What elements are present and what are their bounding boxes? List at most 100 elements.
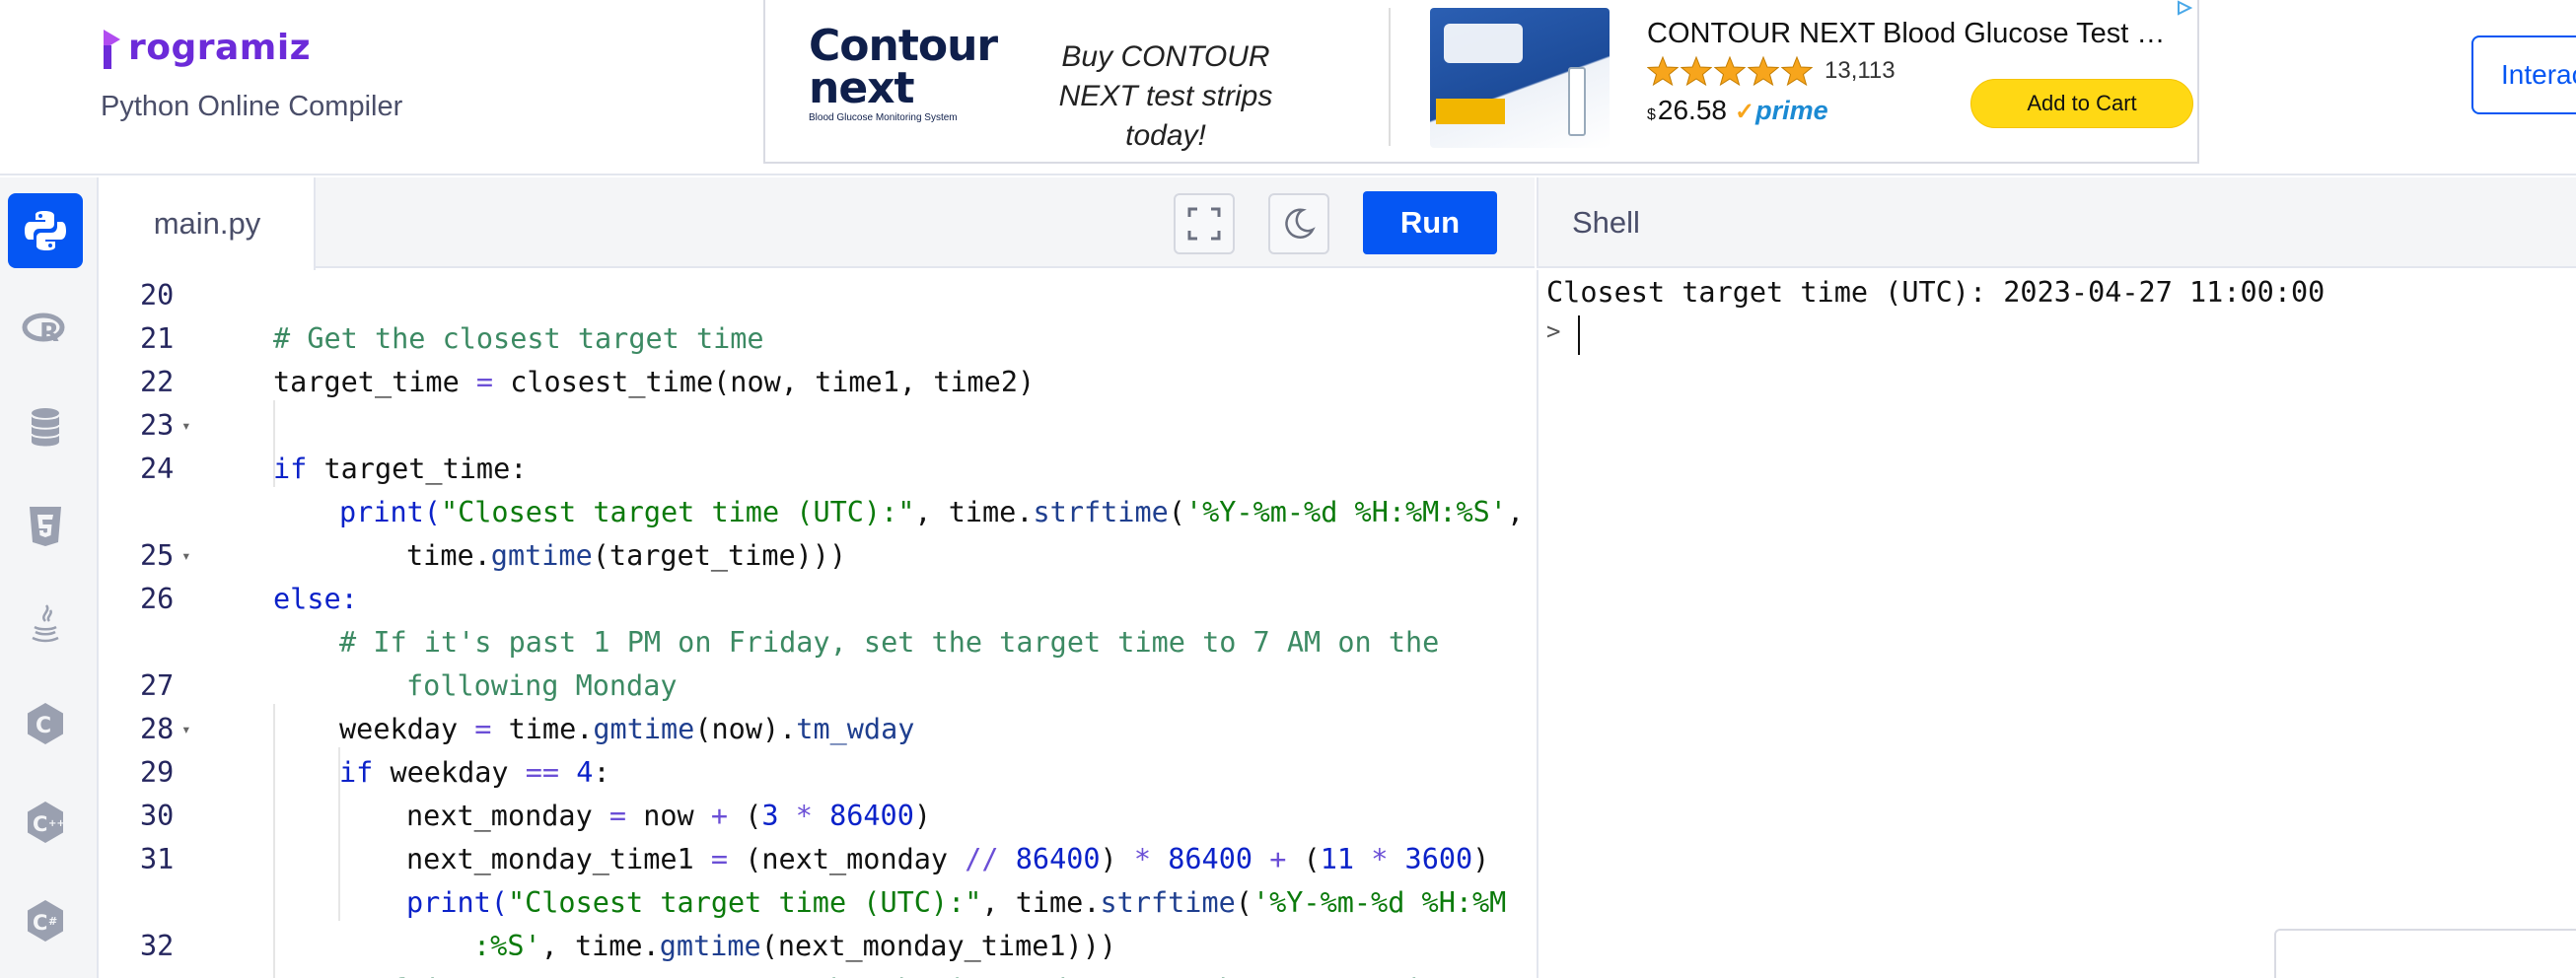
line-number: 29 xyxy=(101,751,219,795)
csharp-icon[interactable]: C # xyxy=(8,883,83,958)
code-line-27[interactable]: weekday = time.gmtime(now).tm_wday xyxy=(101,664,1535,745)
floating-widget[interactable] xyxy=(2274,929,2576,978)
text-cursor xyxy=(1578,315,1580,355)
code-line-26[interactable]: # If it's past 1 PM on Friday, set the t… xyxy=(101,578,1535,659)
line-number-text: 31 xyxy=(140,843,175,875)
code-line-24[interactable]: print("Closest target time (UTC):", time… xyxy=(101,448,1535,528)
code-line-31[interactable]: print("Closest target time (UTC):", time… xyxy=(101,838,1535,919)
code-line-30[interactable]: next_monday_time1 = (next_monday // 8640… xyxy=(101,795,1535,875)
file-tab-main-py[interactable]: main.py xyxy=(101,177,316,270)
code-line-26-wrap[interactable]: following Monday xyxy=(101,621,1535,702)
line-number-text: 29 xyxy=(140,756,175,789)
cpp-icon[interactable]: C ++ xyxy=(8,785,83,860)
editor-toolbar: main.py Run xyxy=(101,177,1535,270)
shell-output-text: Closest target time (UTC): 2023-04-27 11… xyxy=(1546,276,2326,309)
line-number: 27 xyxy=(101,664,219,708)
ad-tagline[interactable]: Buy CONTOUR NEXT test strips today! xyxy=(1032,37,1300,156)
code-line-23[interactable]: if target_time: xyxy=(101,404,1535,485)
ad-brand-caption: Blood Glucose Monitoring System xyxy=(809,112,958,123)
code-line-31-wrap[interactable]: :%S', time.gmtime(next_monday_time1))) xyxy=(101,881,1535,962)
svg-text:#: # xyxy=(48,915,57,928)
fold-arrow-icon[interactable]: ▾ xyxy=(181,534,191,578)
code-line-29[interactable]: next_monday = now + (3 * 86400) xyxy=(101,751,1535,832)
line-number: 30 xyxy=(101,795,219,838)
code-text: # If it's past 1 PM on any other busines… xyxy=(339,968,1535,978)
interactive-button[interactable]: Interactive xyxy=(2471,35,2576,114)
line-number: 21 xyxy=(101,317,219,361)
line-number: 24 xyxy=(101,448,219,491)
logo-text: rogramiz xyxy=(128,28,312,68)
svg-text:C: C xyxy=(33,812,47,836)
code-line-20[interactable]: # Get the closest target time xyxy=(101,274,1535,355)
fold-arrow-icon[interactable]: ▾ xyxy=(181,404,191,448)
add-to-cart-button[interactable]: Add to Cart xyxy=(1970,79,2193,128)
moon-icon xyxy=(1285,208,1316,240)
star-icon xyxy=(1748,55,1779,87)
shell-header: Shell xyxy=(1537,177,2576,268)
code-editor[interactable]: # Get the closest target time target_tim… xyxy=(101,270,1535,978)
prime-check-icon: ✓ xyxy=(1734,99,1755,125)
code-line-24-wrap[interactable]: time.gmtime(target_time))) xyxy=(101,491,1535,572)
price-currency: $ xyxy=(1647,106,1656,123)
line-number: 32 xyxy=(101,925,219,968)
programiz-logo[interactable]: rogramiz xyxy=(101,26,311,71)
code-line-22[interactable] xyxy=(101,361,1535,404)
shell-prompt: > xyxy=(1546,317,1561,345)
line-number-text: 21 xyxy=(140,322,175,355)
line-number: 31 xyxy=(101,838,219,881)
fullscreen-icon xyxy=(1187,207,1221,241)
page-subtitle: Python Online Compiler xyxy=(101,91,403,122)
line-number: 26 xyxy=(101,578,219,621)
fullscreen-button[interactable] xyxy=(1174,193,1235,254)
ad-divider xyxy=(1389,8,1391,146)
c-icon[interactable]: C xyxy=(8,686,83,761)
line-number-text: 32 xyxy=(140,930,175,962)
line-number-text: 20 xyxy=(140,279,175,312)
product-vial xyxy=(1568,67,1586,136)
line-number: 22 xyxy=(101,361,219,404)
code-line-21[interactable]: target_time = closest_time(now, time1, t… xyxy=(101,317,1535,398)
svg-text:R: R xyxy=(39,318,59,348)
svg-text:C: C xyxy=(33,911,47,935)
svg-text:++: ++ xyxy=(48,818,65,829)
line-number-text: 26 xyxy=(140,583,175,615)
java-icon[interactable] xyxy=(8,588,83,663)
line-number-text: 22 xyxy=(140,366,175,398)
rating-count: 13,113 xyxy=(1825,57,1896,84)
shell-title: Shell xyxy=(1572,205,1640,240)
fold-arrow-icon[interactable]: ▾ xyxy=(181,708,191,751)
ad-choices-icon[interactable] xyxy=(2176,0,2193,16)
star-icon xyxy=(1714,55,1746,87)
line-number: 20 xyxy=(101,274,219,317)
run-button[interactable]: Run xyxy=(1363,191,1497,254)
star-icon xyxy=(1781,55,1813,87)
star-icon xyxy=(1647,55,1679,87)
line-number: 25 ▾ xyxy=(101,534,219,578)
ad-product-image[interactable] xyxy=(1430,8,1610,148)
price-value: 26.58 xyxy=(1657,95,1727,125)
prime-label: prime xyxy=(1755,96,1828,125)
language-sidebar: R C C ++ C # xyxy=(0,177,99,978)
r-icon[interactable]: R xyxy=(8,292,83,367)
line-number-text: 30 xyxy=(140,800,175,832)
line-number-text: 27 xyxy=(140,669,175,702)
shell-output-panel[interactable]: Closest target time (UTC): 2023-04-27 11… xyxy=(1537,270,2576,978)
code-line-25[interactable]: else: xyxy=(101,534,1535,615)
rating-stars xyxy=(1647,55,1815,87)
code-line-32[interactable]: # If it's past 1 PM on any other busines… xyxy=(101,925,1535,978)
theme-toggle-button[interactable] xyxy=(1268,193,1329,254)
sql-icon[interactable] xyxy=(8,390,83,465)
programiz-logo-icon xyxy=(101,26,126,71)
python-icon[interactable] xyxy=(8,193,83,268)
advertisement-banner[interactable]: Contour next Blood Glucose Monitoring Sy… xyxy=(763,0,2199,164)
line-number: 28 ▾ xyxy=(101,708,219,751)
ad-brand-logo[interactable]: Contour next Blood Glucose Monitoring Sy… xyxy=(809,24,1006,124)
product-box-label xyxy=(1444,24,1523,63)
ad-price: $ 26.58 ✓ prime xyxy=(1647,95,1828,126)
line-number-text: 24 xyxy=(140,453,175,485)
line-number: 23 ▾ xyxy=(101,404,219,448)
code-line-28[interactable]: if weekday == 4: xyxy=(101,708,1535,789)
ad-brand-line2: next xyxy=(809,63,915,113)
html5-icon[interactable] xyxy=(8,489,83,564)
ad-product-title[interactable]: CONTOUR NEXT Blood Glucose Test Strips xyxy=(1647,18,2180,50)
